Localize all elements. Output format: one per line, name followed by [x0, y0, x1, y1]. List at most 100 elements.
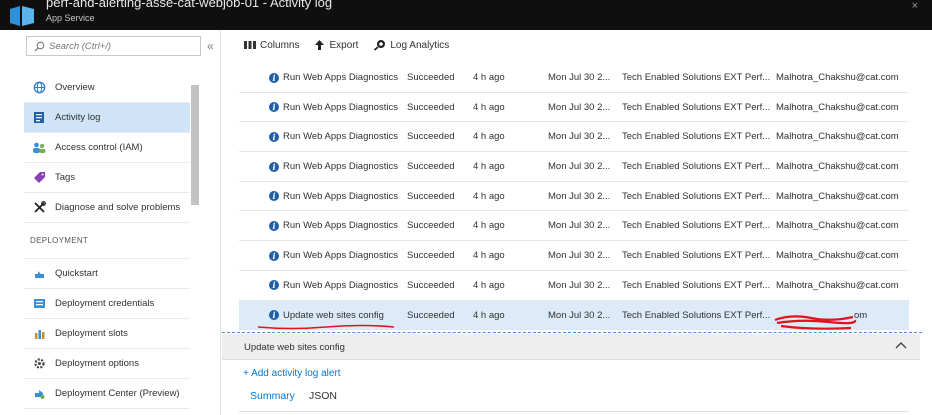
nav-item-diagnose[interactable]: Diagnose and solve problems: [24, 193, 190, 223]
table-row-selected[interactable]: i Update web sites config Succeeded 4 h a…: [239, 300, 909, 331]
table-row[interactable]: i Run Web Apps Diagnostics Succeeded 4 h …: [239, 241, 909, 271]
nav-item-overview[interactable]: Overview: [24, 73, 190, 103]
tab-json[interactable]: JSON: [309, 390, 337, 406]
chevron-up-icon[interactable]: [894, 340, 908, 352]
operation-name: Run Web Apps Diagnostics: [283, 161, 398, 173]
info-icon: i: [269, 131, 279, 142]
window-subtitle: App Service: [46, 13, 95, 23]
operation-cell: i Run Web Apps Diagnostics: [269, 131, 399, 142]
timestamp-cell: Mon Jul 30 2...: [548, 220, 611, 232]
search-icon: [34, 41, 45, 52]
nav-label: Deployment credentials: [55, 298, 155, 309]
nav-item-activity-log[interactable]: Activity log: [24, 103, 190, 133]
info-icon: i: [269, 191, 279, 202]
status-cell: Succeeded: [407, 309, 455, 321]
info-icon: i: [269, 280, 279, 291]
time-cell: 4 h ago: [473, 250, 505, 262]
collapse-menu-icon[interactable]: «: [207, 39, 214, 53]
sidebar-scrollbar[interactable]: [191, 73, 199, 413]
nav-item-deployment-options[interactable]: Deployment options: [24, 349, 190, 379]
globe-icon: [32, 81, 46, 95]
window-title: perf-and-alerting-asse-cat-webjob-01 - A…: [46, 0, 333, 10]
info-icon: i: [269, 102, 279, 113]
resource-menu: « Overview Activity log Access control (…: [24, 30, 221, 415]
timestamp-cell: Mon Jul 30 2...: [548, 309, 611, 321]
event-initiated-by-cell: Malhotra_Chakshu@cat.com: [776, 250, 899, 262]
timestamp-cell: Mon Jul 30 2...: [548, 190, 611, 202]
search-input[interactable]: [49, 39, 197, 53]
operation-name: Run Web Apps Diagnostics: [283, 190, 398, 202]
nav-item-tags[interactable]: Tags: [24, 163, 190, 193]
title-bar: perf-and-alerting-asse-cat-webjob-01 - A…: [0, 0, 932, 30]
status-cell: Succeeded: [407, 220, 455, 232]
time-cell: 4 h ago: [473, 190, 505, 202]
status-cell: Succeeded: [407, 279, 455, 291]
timestamp-cell: Mon Jul 30 2...: [548, 161, 611, 173]
table-row[interactable]: i Run Web Apps Diagnostics Succeeded 4 h …: [239, 122, 909, 153]
detail-tabs: Summary JSON: [250, 390, 351, 406]
operation-cell: i Run Web Apps Diagnostics: [269, 280, 399, 291]
nav-item-access-control[interactable]: Access control (IAM): [24, 133, 190, 163]
nav-label: Diagnose and solve problems: [55, 202, 181, 213]
detail-title: Update web sites config: [244, 342, 345, 353]
nav-list: Overview Activity log Access control (IA…: [24, 73, 190, 409]
log-analytics-button[interactable]: Log Analytics: [373, 39, 449, 51]
status-cell: Succeeded: [407, 72, 455, 83]
subscription-cell: Tech Enabled Solutions EXT Perf...: [622, 190, 771, 202]
status-cell: Succeeded: [407, 161, 455, 173]
log-icon: [32, 111, 46, 125]
export-arrow-icon: [315, 40, 325, 50]
nav-item-deployment-slots[interactable]: Deployment slots: [24, 319, 190, 349]
time-cell: 4 h ago: [473, 72, 505, 83]
status-cell: Succeeded: [407, 190, 455, 202]
redaction-scribble: [774, 314, 857, 330]
table-row[interactable]: i Run Web Apps Diagnostics Succeeded 4 h …: [239, 152, 909, 182]
center-icon: [32, 387, 46, 401]
table-row[interactable]: i Run Web Apps Diagnostics Succeeded 4 h …: [239, 63, 909, 93]
nav-item-deployment-center[interactable]: Deployment Center (Preview): [24, 379, 190, 409]
credentials-icon: [32, 297, 46, 311]
subscription-cell: Tech Enabled Solutions EXT Perf...: [622, 161, 771, 173]
columns-icon: [244, 41, 256, 49]
add-activity-log-alert-link[interactable]: + Add activity log alert: [243, 368, 341, 379]
timestamp-cell: Mon Jul 30 2...: [548, 279, 611, 291]
status-cell: Succeeded: [407, 131, 455, 143]
search-box[interactable]: [26, 36, 201, 56]
operation-cell: i Run Web Apps Diagnostics: [269, 250, 399, 261]
splitter[interactable]: [222, 332, 922, 333]
nav-label: Access control (IAM): [55, 142, 143, 153]
operation-cell: i Run Web Apps Diagnostics: [269, 191, 399, 202]
columns-label: Columns: [260, 39, 300, 51]
subscription-cell: Tech Enabled Solutions EXT Perf...: [622, 131, 771, 143]
nav-item-quickstart[interactable]: Quickstart: [24, 259, 190, 289]
timestamp-cell: Mon Jul 30 2...: [548, 250, 611, 262]
time-cell: 4 h ago: [473, 101, 505, 113]
scrollbar-thumb[interactable]: [191, 85, 199, 205]
table-row[interactable]: i Run Web Apps Diagnostics Succeeded 4 h …: [239, 211, 909, 242]
time-cell: 4 h ago: [473, 309, 505, 321]
subscription-cell: Tech Enabled Solutions EXT Perf...: [622, 250, 771, 262]
nav-item-deployment-credentials[interactable]: Deployment credentials: [24, 289, 190, 319]
slots-icon: [32, 327, 46, 341]
close-icon[interactable]: ×: [912, 0, 918, 12]
table-row[interactable]: i Run Web Apps Diagnostics Succeeded 4 h …: [239, 271, 909, 301]
wrench-icon: [32, 201, 46, 215]
time-cell: 4 h ago: [473, 161, 505, 173]
columns-button[interactable]: Columns: [244, 40, 299, 51]
tab-summary[interactable]: Summary: [250, 390, 295, 406]
people-icon: [32, 141, 46, 155]
event-initiated-by-cell: Malhotra_Chakshu@cat.com: [776, 72, 899, 83]
table-row[interactable]: i Run Web Apps Diagnostics Succeeded 4 h …: [239, 93, 909, 123]
status-cell: Succeeded: [407, 250, 455, 262]
export-button[interactable]: Export: [314, 39, 358, 51]
operation-cell: i Run Web Apps Diagnostics: [269, 72, 399, 83]
operation-cell: i Run Web Apps Diagnostics: [269, 161, 399, 172]
table-row[interactable]: i Run Web Apps Diagnostics Succeeded 4 h …: [239, 182, 909, 212]
nav-label: Overview: [55, 82, 95, 93]
event-initiated-by-cell: Malhotra_Chakshu@cat.com: [776, 279, 899, 291]
operation-name: Run Web Apps Diagnostics: [283, 250, 398, 262]
export-label: Export: [329, 39, 359, 51]
subscription-cell: Tech Enabled Solutions EXT Perf...: [622, 101, 771, 113]
event-initiated-by-cell: Malhotra_Chakshu@cat.com: [776, 190, 899, 202]
nav-label: Deployment slots: [55, 328, 128, 339]
